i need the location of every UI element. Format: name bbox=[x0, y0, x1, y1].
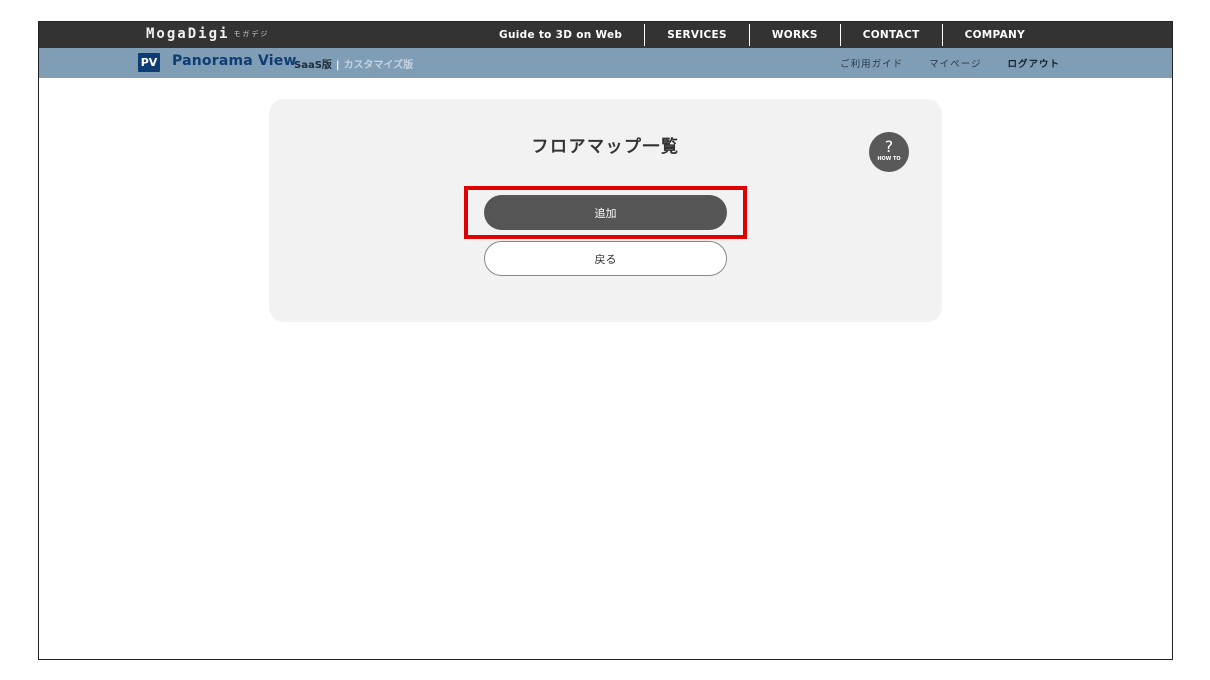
product-title[interactable]: Panorama View bbox=[172, 53, 297, 69]
product-bar: PV Panorama View SaaS版 | カスタマイズ版 ご利用ガイド マイ… bbox=[39, 48, 1172, 78]
add-button[interactable]: 追加 bbox=[484, 195, 727, 230]
nav-guide-3d-web[interactable]: Guide to 3D on Web bbox=[477, 24, 644, 46]
nav-contact[interactable]: CONTACT bbox=[839, 24, 942, 46]
page-title: フロアマップ一覧 bbox=[531, 137, 680, 157]
plan-separator: | bbox=[335, 60, 340, 71]
brand-name: MogaDigi bbox=[146, 26, 230, 42]
nav-services[interactable]: SERVICES bbox=[644, 24, 749, 46]
back-button[interactable]: 戻る bbox=[484, 241, 727, 276]
plan-saas: SaaS版 bbox=[294, 60, 332, 71]
help-how-to-button[interactable]: ? HOW TO bbox=[869, 132, 909, 172]
floor-map-list-panel: フロアマップ一覧 ? HOW TO 追加 戻る bbox=[269, 99, 942, 322]
logout-link[interactable]: ログアウト bbox=[1007, 56, 1060, 70]
plan-label: SaaS版 | カスタマイズ版 bbox=[294, 56, 413, 71]
pv-logo-icon[interactable]: PV bbox=[138, 53, 160, 72]
browser-viewport: MogaDigi モガデジ Guide to 3D on Web SERVICES… bbox=[38, 21, 1173, 660]
nav-works[interactable]: WORKS bbox=[748, 24, 840, 46]
mogadigi-logo[interactable]: MogaDigi モガデジ bbox=[146, 26, 269, 42]
how-to-label: HOW TO bbox=[877, 156, 901, 162]
plan-custom: カスタマイズ版 bbox=[343, 60, 414, 71]
nav-company[interactable]: COMPANY bbox=[941, 24, 1047, 46]
top-navigation-bar: MogaDigi モガデジ Guide to 3D on Web SERVICES… bbox=[39, 22, 1172, 48]
question-mark-icon: ? bbox=[884, 137, 894, 156]
mypage-link[interactable]: マイページ bbox=[929, 56, 981, 70]
user-nav: ご利用ガイド マイページ ログアウト bbox=[814, 48, 1060, 78]
global-nav: Guide to 3D on Web SERVICES WORKS CONTAC… bbox=[477, 22, 1047, 48]
guide-link[interactable]: ご利用ガイド bbox=[840, 56, 903, 70]
brand-kana: モガデジ bbox=[233, 30, 270, 38]
